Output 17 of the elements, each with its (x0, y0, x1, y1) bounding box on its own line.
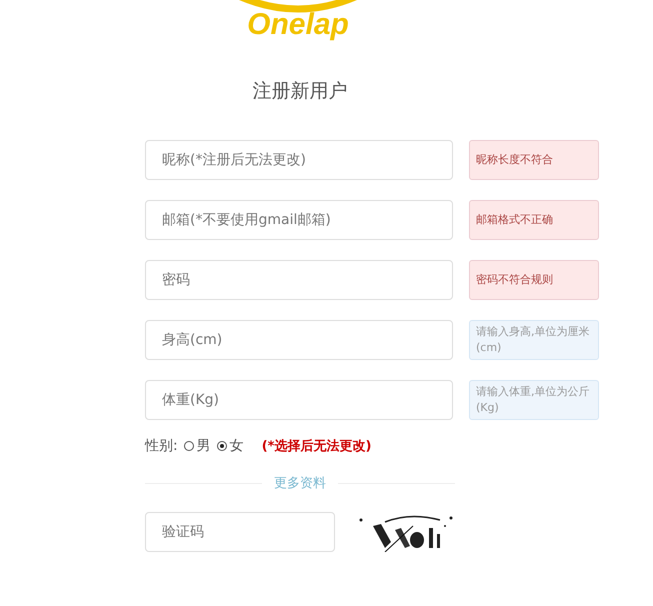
captcha-field[interactable]: 验证码 (145, 512, 335, 552)
hint-message: 密码不符合规则 (469, 260, 599, 300)
gender-note: (*选择后无法更改) (262, 438, 372, 455)
hint-message: 请输入身高,单位为厘米(cm) (469, 320, 599, 360)
input-field[interactable]: 身高(cm) (145, 320, 453, 360)
radio-option[interactable]: 男 (184, 437, 211, 455)
input-field[interactable]: 体重(Kg) (145, 380, 453, 420)
logo-text: Onelap (247, 10, 349, 40)
gender-label: 性别: (145, 437, 178, 455)
input-field[interactable]: 邮箱(*不要使用gmail邮箱) (145, 200, 453, 240)
radio-option[interactable]: 女 (216, 437, 244, 455)
input-field[interactable]: 密码 (145, 260, 453, 300)
input-field[interactable]: 昵称(*注册后无法更改) (145, 140, 453, 180)
hint-message: 邮箱格式不正确 (469, 200, 599, 240)
hint-message: 昵称长度不符合 (469, 140, 599, 180)
hint-message: 请输入体重,单位为公斤(Kg) (469, 380, 599, 420)
page-title: 注册新用户 (252, 79, 348, 104)
